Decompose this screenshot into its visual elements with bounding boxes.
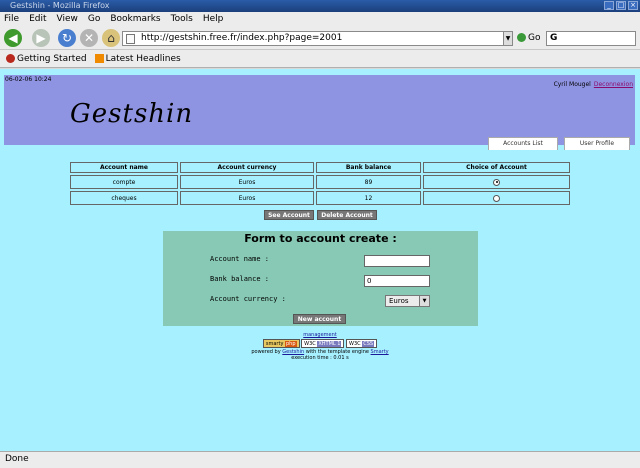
bank-balance-input[interactable]: 0 <box>364 275 430 287</box>
account-balance: 12 <box>316 191 421 205</box>
menu-tools[interactable]: Tools <box>171 14 193 24</box>
chevron-down-icon: ▼ <box>419 296 429 306</box>
menu-bar: File Edit View Go Bookmarks Tools Help <box>0 12 640 26</box>
footer-badges: smarty php W3C XHTML 1 W3C CSS <box>0 339 640 348</box>
tab-accounts-list[interactable]: Accounts List <box>488 137 558 150</box>
accounts-table: Account name Account currency Bank balan… <box>68 160 572 207</box>
account-name-label: Account name : <box>210 255 270 263</box>
user-info: Cyril Mougel Deconnexion <box>554 81 633 88</box>
navigation-toolbar: ◀ ▶ ↻ ✕ ⌂ http://gestshin.free.fr/index.… <box>0 26 640 50</box>
menu-edit[interactable]: Edit <box>29 14 46 24</box>
site-header: 06-02-06 10:24 Cyril Mougel Deconnexion G… <box>4 75 635 150</box>
new-account-button[interactable]: New account <box>293 314 346 324</box>
close-icon[interactable]: × <box>628 1 638 10</box>
account-currency-label: Account currency : <box>210 295 286 303</box>
go-icon <box>517 33 526 42</box>
table-header-row: Account name Account currency Bank balan… <box>70 162 570 173</box>
account-name-input[interactable] <box>364 255 430 267</box>
title-bar: Gestshin - Mozilla Firefox _ □ × <box>0 0 640 12</box>
url-text: http://gestshin.free.fr/index.php?page=2… <box>141 33 343 43</box>
bookmark-getting-started[interactable]: Getting Started <box>6 53 87 64</box>
account-balance: 89 <box>316 175 421 189</box>
account-radio[interactable] <box>493 194 500 202</box>
reload-icon[interactable]: ↻ <box>58 29 76 47</box>
bank-balance-label: Bank balance : <box>210 275 270 283</box>
column-header: Bank balance <box>316 162 421 173</box>
account-choice <box>423 175 570 189</box>
search-engine-text: G <box>550 33 558 43</box>
menu-file[interactable]: File <box>4 14 19 24</box>
site-logo: Gestshin <box>70 99 194 129</box>
bookmark-label: Getting Started <box>17 53 87 64</box>
create-account-form: Form to account create : Account name : … <box>163 231 478 326</box>
table-row: cheques Euros 12 <box>70 191 570 205</box>
minimize-icon[interactable]: _ <box>604 1 614 10</box>
maximize-icon[interactable]: □ <box>616 1 626 10</box>
browser-window: Gestshin - Mozilla Firefox _ □ × File Ed… <box>0 0 640 468</box>
account-currency: Euros <box>180 191 314 205</box>
bookmark-label: Latest Headlines <box>105 53 181 64</box>
back-icon[interactable]: ◀ <box>4 29 22 47</box>
smarty-badge[interactable]: smarty php <box>262 339 300 348</box>
menu-go[interactable]: Go <box>88 14 100 24</box>
url-field[interactable]: http://gestshin.free.fr/index.php?page=2… <box>122 31 512 46</box>
page-footer: management smarty php W3C XHTML 1 W3C CS… <box>0 332 640 361</box>
css-badge[interactable]: W3C CSS <box>346 339 378 348</box>
tab-user-profile[interactable]: User Profile <box>564 137 630 150</box>
menu-help[interactable]: Help <box>203 14 224 24</box>
status-bar: Done <box>0 451 640 468</box>
page-icon <box>126 34 135 44</box>
delete-account-button[interactable]: Delete Account <box>317 210 377 220</box>
logout-link[interactable]: Deconnexion <box>594 81 633 88</box>
account-radio[interactable] <box>493 178 500 186</box>
window-title: Gestshin - Mozilla Firefox <box>10 1 110 10</box>
currency-value: Euros <box>389 297 409 305</box>
account-name: cheques <box>70 191 178 205</box>
xhtml-badge[interactable]: W3C XHTML 1 <box>301 339 345 348</box>
user-name: Cyril Mougel <box>553 81 591 88</box>
rss-icon <box>94 53 104 63</box>
home-icon[interactable]: ⌂ <box>102 29 120 47</box>
url-dropdown-icon[interactable]: ▼ <box>503 31 513 46</box>
menu-view[interactable]: View <box>57 14 78 24</box>
column-header: Account name <box>70 162 178 173</box>
execution-time: execution time : 0.01 s <box>291 355 349 361</box>
column-header: Account currency <box>180 162 314 173</box>
column-header: Choice of Account <box>423 162 570 173</box>
page-content: 06-02-06 10:24 Cyril Mougel Deconnexion G… <box>0 69 640 451</box>
bookmark-latest-headlines[interactable]: Latest Headlines <box>94 53 181 64</box>
stop-icon[interactable]: ✕ <box>80 29 98 47</box>
status-text: Done <box>5 454 29 464</box>
account-currency: Euros <box>180 175 314 189</box>
go-button[interactable]: Go <box>517 31 540 46</box>
smarty-link[interactable]: Smarty <box>371 349 389 355</box>
management-link[interactable]: management <box>303 332 337 338</box>
account-name: compte <box>70 175 178 189</box>
table-row: compte Euros 89 <box>70 175 570 189</box>
datetime: 06-02-06 10:24 <box>5 76 52 83</box>
see-account-button[interactable]: See Account <box>264 210 314 220</box>
forward-icon[interactable]: ▶ <box>32 29 50 47</box>
go-label: Go <box>528 33 541 43</box>
account-choice <box>423 191 570 205</box>
firefox-icon <box>6 53 15 63</box>
form-title: Form to account create : <box>244 232 397 245</box>
bookmarks-toolbar: Getting Started Latest Headlines <box>0 50 640 68</box>
currency-select[interactable]: Euros ▼ <box>385 295 430 307</box>
menu-bookmarks[interactable]: Bookmarks <box>110 14 160 24</box>
search-input[interactable]: G <box>546 31 636 46</box>
